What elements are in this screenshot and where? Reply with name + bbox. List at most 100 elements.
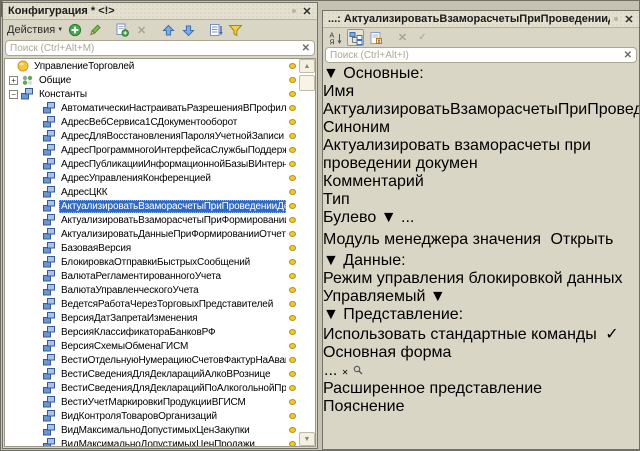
lock-mode-field[interactable]: Управляемый ▼ <box>323 288 639 306</box>
collapse-triangle-icon[interactable]: ▼ <box>323 252 339 269</box>
subsystem-root-icon <box>17 60 29 72</box>
extended-presentation-label: Расширенное представление <box>323 380 543 397</box>
search-clear-icon[interactable]: ✕ <box>624 50 632 61</box>
copy-button[interactable] <box>113 22 130 39</box>
choose-form-button[interactable]: ... <box>324 362 337 379</box>
constant-icon <box>43 158 55 170</box>
sort-list-icon <box>209 24 223 36</box>
constant-icon <box>43 326 55 338</box>
tree-item-label: ВидМаксимальноДопустимыхЦенЗакупки <box>61 424 250 436</box>
search-clear-icon[interactable]: ✕ <box>302 43 310 54</box>
modified-marker-icon <box>289 231 296 237</box>
tree-item[interactable]: АдресУправленияКонференцией <box>5 171 299 185</box>
scroll-down-icon[interactable]: ▼ <box>299 432 315 446</box>
modified-marker-icon <box>289 287 296 293</box>
edit-button[interactable] <box>86 22 103 39</box>
name-field[interactable]: АктуализироватьВзаморасчетыПриПроведении… <box>323 101 639 119</box>
tree-item[interactable]: АктуализироватьВзаморасчетыПриПроведении… <box>5 199 299 213</box>
properties-titlebar[interactable]: ...: АктуализироватьВзаморасчетыПриПрове… <box>323 11 639 28</box>
close-icon[interactable]: ✕ <box>300 5 314 18</box>
tree-item[interactable]: ВестиСведенияДляДекларацийПоАлкогольнойП… <box>5 381 299 395</box>
add-button[interactable] <box>66 22 83 39</box>
collapse-minus-icon[interactable]: − <box>9 89 18 99</box>
tree-item[interactable]: ВерсияДатЗапретаИзменения <box>5 311 299 325</box>
tree-item-label: ВерсияСхемыОбменаГИСМ <box>61 340 189 352</box>
tree-item[interactable]: ВалютаРегламентированногоУчета <box>5 269 299 283</box>
clear-form-icon[interactable]: ✕ <box>342 368 349 377</box>
collapse-triangle-icon[interactable]: ▼ <box>323 65 339 82</box>
tree-item[interactable]: АктуализироватьДанныеПриФормированииОтче… <box>5 227 299 241</box>
section-main-label: Основные: <box>343 65 424 82</box>
tree-item[interactable]: АдресПубликацииИнформационнойБазыВИнтерн… <box>5 157 299 171</box>
tree-item[interactable]: ВидКонтроляТоваровОрганизаций <box>5 409 299 423</box>
expand-plus-icon[interactable]: + <box>9 75 18 85</box>
tree-item[interactable]: БлокировкаОтправкиБыстрыхСообщений <box>5 255 299 269</box>
tree-item[interactable]: − Константы <box>5 87 299 101</box>
section-presentation-label: Представление: <box>343 306 464 323</box>
close-icon[interactable]: ✕ <box>622 13 636 26</box>
configuration-titlebar[interactable]: Конфигурация * <!> ✕ <box>3 3 317 20</box>
type-field[interactable]: Булево ▼ ... <box>323 209 639 227</box>
section-data[interactable]: ▼ Данные: <box>323 252 639 270</box>
delete-button[interactable]: ✕ <box>133 22 150 39</box>
tree-item[interactable]: АктуализироватьВзаморасчетыПриФормирован… <box>5 213 299 227</box>
window-marker-icon <box>614 17 618 21</box>
move-down-button[interactable] <box>180 22 197 39</box>
tree-item[interactable]: ВидМаксимальноДопустимыхЦенЗакупки <box>5 423 299 437</box>
open-form-button[interactable] <box>353 362 363 379</box>
open-module-link[interactable]: Открыть <box>550 231 613 248</box>
dropdown-icon[interactable]: ▼ <box>381 209 397 226</box>
section-main[interactable]: ▼ Основные: <box>323 65 639 83</box>
name-row: Имя АктуализироватьВзаморасчетыПриПровед… <box>323 83 639 119</box>
modified-marker-icon <box>289 245 296 251</box>
tree-search-input[interactable]: Поиск (Ctrl+Alt+M) ✕ <box>5 40 315 56</box>
tree-item[interactable]: ВерсияСхемыОбменаГИСМ <box>5 339 299 353</box>
move-up-button[interactable] <box>160 22 177 39</box>
tree-item[interactable]: БазоваяВерсия <box>5 241 299 255</box>
section-presentation[interactable]: ▼ Представление: <box>323 306 639 324</box>
tree-item[interactable]: УправлениеТорговлей <box>5 59 299 73</box>
tree-item[interactable]: ВидМаксимальноДопустимыхЦенПродажи <box>5 437 299 446</box>
filter-button[interactable] <box>227 22 244 39</box>
tree-item[interactable]: ВестиОтдельнуюНумерациюСчетовФактурНаАва… <box>5 353 299 367</box>
actions-menu-button[interactable]: Действия ▼ <box>7 22 63 39</box>
modified-marker-icon <box>289 427 296 433</box>
tree-item[interactable]: ВестиСведенияДляДекларацийАлкоВРознице <box>5 367 299 381</box>
standard-commands-checkbox[interactable]: ✓ <box>605 326 618 343</box>
choose-type-button[interactable]: ... <box>401 209 414 226</box>
tree-item[interactable]: ВалютаУправленческогоУчета <box>5 283 299 297</box>
explanation-row: Пояснение <box>323 398 639 450</box>
arrow-down-icon <box>182 25 195 36</box>
constant-icon <box>43 256 55 268</box>
properties-search-input[interactable]: Поиск (Ctrl+Alt+I) ✕ <box>325 47 637 63</box>
tree-item[interactable]: ВедетсяРаботаЧерезТорговыхПредставителей <box>5 297 299 311</box>
explanation-textarea[interactable] <box>323 416 639 450</box>
scroll-thumb[interactable] <box>299 75 315 91</box>
dropdown-icon[interactable]: ▼ <box>430 288 446 305</box>
tree-item[interactable]: + Общие <box>5 73 299 87</box>
configuration-title: Конфигурация * <!> <box>8 5 115 17</box>
tree-scrollbar[interactable]: ▲ ▼ <box>299 59 315 446</box>
cancel-edit-button[interactable]: ✕ <box>394 29 411 46</box>
apply-button[interactable]: ✓ <box>414 29 431 46</box>
sort-list-button[interactable] <box>207 22 224 39</box>
common-group-icon <box>22 75 33 85</box>
tree-item[interactable]: ВерсияКлассификатораБанковРФ <box>5 325 299 339</box>
tree-item-label: ВерсияКлассификатораБанковРФ <box>61 326 216 338</box>
scroll-up-icon[interactable]: ▲ <box>299 59 315 73</box>
svg-text:Я: Я <box>329 39 334 45</box>
tree-item[interactable]: АдресВебСервиса1СДокументооборот <box>5 115 299 129</box>
type-value: Булево <box>323 209 377 226</box>
show-important-button[interactable] <box>367 29 384 46</box>
tree-item[interactable]: АдресЦКК <box>5 185 299 199</box>
value-manager-module-row: Модуль менеджера значения Открыть <box>323 231 639 249</box>
tree-item[interactable]: АвтоматическиНастраиватьРазрешенияВПрофи… <box>5 101 299 115</box>
sort-alphabetical-button[interactable]: АЯ <box>327 29 344 46</box>
synonym-field[interactable]: Актуализировать взаморасчеты при проведе… <box>323 137 639 173</box>
group-by-categories-button[interactable] <box>347 29 364 46</box>
constant-icon <box>43 214 55 226</box>
collapse-triangle-icon[interactable]: ▼ <box>323 306 339 323</box>
tree-item[interactable]: АдресПрограммногоИнтерфейсаСлужбыПоддерж… <box>5 143 299 157</box>
tree-item[interactable]: АдресДляВосстановленияПароляУчетнойЗапис… <box>5 129 299 143</box>
tree-item[interactable]: ВестиУчетМаркировкиПродукцииВГИСМ <box>5 395 299 409</box>
